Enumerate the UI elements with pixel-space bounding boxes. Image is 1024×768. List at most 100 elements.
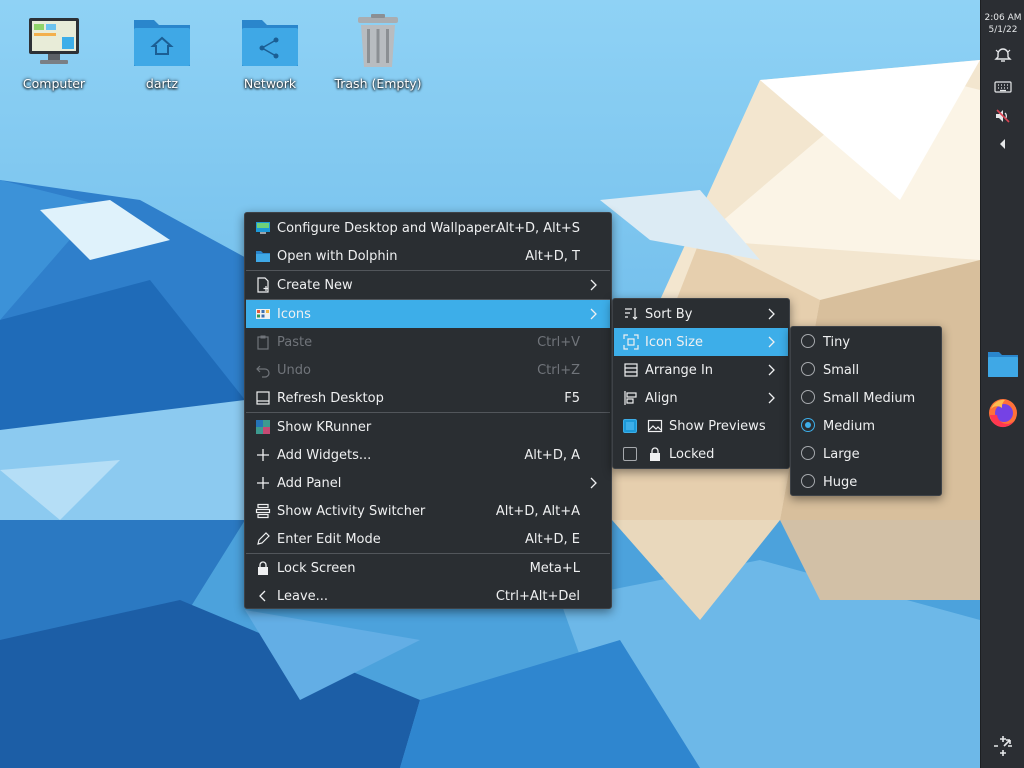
locked-checkbox[interactable] <box>623 447 637 461</box>
menu-item-label: Small <box>823 362 860 378</box>
menu-item-configure-desktop[interactable]: Configure Desktop and Wallpaper... Alt+D… <box>246 214 610 242</box>
menu-item-shortcut: Alt+D, Alt+S <box>496 220 580 236</box>
menu-item-size-tiny[interactable]: Tiny <box>792 328 940 356</box>
menu-item-label: Configure Desktop and Wallpaper... <box>277 220 507 236</box>
menu-item-add-panel[interactable]: Add Panel <box>246 469 610 497</box>
menu-item-label: Enter Edit Mode <box>277 531 381 547</box>
menu-item-label: Small Medium <box>823 390 916 406</box>
menu-item-shortcut: Alt+D, T <box>525 248 580 264</box>
menu-item-label: Lock Screen <box>277 560 356 576</box>
menu-item-label: Locked <box>669 446 715 462</box>
plus-icon <box>257 449 269 461</box>
menu-item-refresh-desktop[interactable]: Refresh Desktop F5 <box>246 384 610 412</box>
icon-size-icon <box>623 334 639 350</box>
menu-item-icons[interactable]: Icons <box>246 300 610 328</box>
menu-item-shortcut: Ctrl+Z <box>537 362 580 378</box>
menu-item-lock-screen[interactable]: Lock Screen Meta+L <box>246 554 610 582</box>
desktop-icon-label: dartz <box>145 76 179 91</box>
menu-item-label: Paste <box>277 334 313 350</box>
radio-button-selected[interactable] <box>801 418 815 432</box>
digital-clock[interactable]: 2:06 AM 5/1/22 <box>981 12 1024 36</box>
panel-options[interactable] <box>985 728 1021 764</box>
chevron-right-icon <box>590 308 597 320</box>
menu-item-size-huge[interactable]: Huge <box>792 468 940 496</box>
undo-icon <box>256 365 270 378</box>
folder-icon <box>256 251 270 262</box>
tray-notifications[interactable] <box>990 44 1016 66</box>
menu-item-label: Large <box>823 446 860 462</box>
new-document-icon <box>257 277 269 293</box>
menu-item-locked[interactable]: Locked <box>614 440 788 468</box>
tray-expand[interactable] <box>990 133 1016 155</box>
menu-item-label: Open with Dolphin <box>277 248 398 264</box>
icons-view-icon <box>256 309 270 319</box>
menu-item-sort-by[interactable]: Sort By <box>614 300 788 328</box>
chevron-right-icon <box>590 279 597 291</box>
menu-item-leave[interactable]: Leave... Ctrl+Alt+Del <box>246 582 610 610</box>
menu-item-label: Leave... <box>277 588 329 604</box>
chevron-right-icon <box>768 392 775 404</box>
desktop-icon-label: Computer <box>22 76 86 91</box>
notifications-icon <box>994 48 1012 62</box>
chevron-right-icon <box>768 364 775 376</box>
radio-button[interactable] <box>801 334 815 348</box>
menu-item-icon-size[interactable]: Icon Size <box>614 328 788 356</box>
radio-button[interactable] <box>801 474 815 488</box>
volume-muted-icon <box>996 109 1010 123</box>
menu-item-size-small-medium[interactable]: Small Medium <box>792 384 940 412</box>
computer-icon <box>29 18 79 64</box>
menu-item-label: Huge <box>823 474 858 490</box>
menu-item-align[interactable]: Align <box>614 384 788 412</box>
desktop-icon-network[interactable]: Network <box>220 10 320 91</box>
firefox-icon <box>989 399 1017 428</box>
desktop-icon-label: Trash (Empty) <box>334 76 422 91</box>
menu-item-size-small[interactable]: Small <box>792 356 940 384</box>
icon-size-submenu: Tiny Small Small Medium Medium Large Hug… <box>790 326 942 496</box>
panel-options-icon <box>994 736 1012 756</box>
dolphin-icon <box>988 352 1018 377</box>
align-icon <box>624 391 637 405</box>
menu-item-label: Medium <box>823 418 875 434</box>
expand-tray-icon <box>1000 139 1005 149</box>
menu-item-arrange-in[interactable]: Arrange In <box>614 356 788 384</box>
menu-item-shortcut: Alt+D, A <box>524 447 580 463</box>
menu-item-edit-mode[interactable]: Enter Edit Mode Alt+D, E <box>246 525 610 553</box>
desktop-icon-home[interactable]: dartz <box>112 10 212 91</box>
menu-item-label: Refresh Desktop <box>277 390 384 406</box>
arrange-icon <box>624 363 638 377</box>
radio-button[interactable] <box>801 446 815 460</box>
configure-desktop-icon <box>256 222 270 234</box>
radio-button[interactable] <box>801 362 815 376</box>
menu-item-size-medium[interactable]: Medium <box>792 412 940 440</box>
chevron-right-icon <box>768 336 775 348</box>
menu-item-create-new[interactable]: Create New <box>246 271 610 299</box>
edit-icon <box>257 532 270 545</box>
task-firefox[interactable] <box>985 395 1021 431</box>
menu-item-label: Sort By <box>645 306 693 322</box>
menu-item-shortcut: F5 <box>564 390 580 406</box>
menu-item-label: Show Activity Switcher <box>277 503 426 519</box>
paste-icon <box>257 335 269 350</box>
task-dolphin[interactable] <box>985 346 1021 382</box>
radio-button[interactable] <box>801 390 815 404</box>
desktop-icon-computer[interactable]: Computer <box>4 10 104 91</box>
menu-item-label: Add Panel <box>277 475 342 491</box>
menu-item-size-large[interactable]: Large <box>792 440 940 468</box>
desktop-context-menu: Configure Desktop and Wallpaper... Alt+D… <box>244 212 612 609</box>
menu-item-activity-switcher[interactable]: Show Activity Switcher Alt+D, Alt+A <box>246 497 610 525</box>
menu-item-add-widgets[interactable]: Add Widgets... Alt+D, A <box>246 441 610 469</box>
panel: 2:06 AM 5/1/22 <box>980 0 1024 768</box>
menu-item-label: Show KRunner <box>277 419 372 435</box>
menu-item-show-krunner[interactable]: Show KRunner <box>246 413 610 441</box>
show-previews-checkbox[interactable] <box>623 419 637 433</box>
desktop-icon-trash[interactable]: Trash (Empty) <box>328 10 428 91</box>
menu-item-label: Undo <box>277 362 311 378</box>
tray-volume[interactable] <box>990 105 1016 127</box>
chevron-right-icon <box>590 477 597 489</box>
menu-item-label: Icon Size <box>645 334 703 350</box>
icons-submenu: Sort By Icon Size Arrange In Align Show … <box>612 298 790 469</box>
menu-item-show-previews[interactable]: Show Previews <box>614 412 788 440</box>
menu-item-open-dolphin[interactable]: Open with Dolphin Alt+D, T <box>246 242 610 270</box>
tray-keyboard[interactable] <box>990 76 1016 98</box>
menu-item-label: Add Widgets... <box>277 447 372 463</box>
